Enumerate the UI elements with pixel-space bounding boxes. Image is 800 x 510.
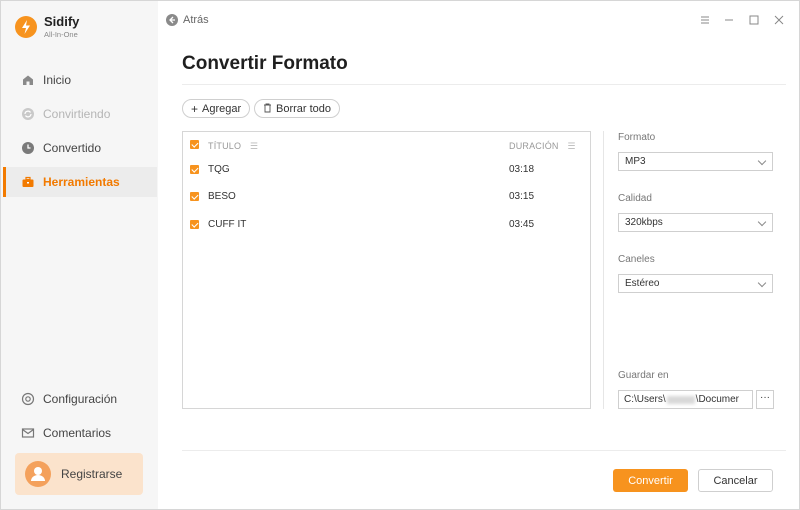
arrow-left-icon: [166, 14, 178, 26]
channels-label: Caneles: [618, 254, 655, 265]
track-duration: 03:18: [509, 164, 535, 175]
app-name: Sidify: [44, 14, 80, 29]
quality-select[interactable]: 320kbps: [618, 213, 773, 232]
format-value: MP3: [625, 156, 646, 167]
track-title: BESO: [208, 191, 236, 202]
sidebar-item-label: Configuración: [43, 392, 118, 406]
browse-button[interactable]: ···: [756, 390, 774, 409]
format-label: Formato: [618, 132, 656, 143]
column-title-label: TÍTULO: [208, 141, 242, 151]
chevron-down-icon: [757, 278, 767, 288]
sidebar-item-label: Convirtiendo: [43, 107, 111, 121]
output-path-suffix: \Documer: [695, 394, 740, 405]
quality-value: 320kbps: [625, 217, 663, 228]
column-header-duration[interactable]: DURACIÓN ☰: [509, 141, 576, 152]
sidebar-item-label: Inicio: [43, 73, 72, 87]
sidebar-item-convirtiendo[interactable]: Convirtiendo: [3, 99, 157, 129]
sidebar-item-inicio[interactable]: Inicio: [3, 65, 157, 95]
sidebar-item-comentarios[interactable]: Comentarios: [3, 418, 157, 448]
sidebar-item-convertido[interactable]: Convertido: [3, 133, 157, 163]
maximize-icon[interactable]: [747, 13, 761, 27]
back-label: Atrás: [183, 14, 209, 26]
back-button[interactable]: Atrás: [166, 14, 209, 26]
gear-icon: [21, 392, 35, 406]
sidebar: Sidify All-In-One Inicio Convirtiendo Co…: [1, 1, 158, 509]
clear-all-button[interactable]: Borrar todo: [254, 99, 341, 118]
sort-icon[interactable]: ☰: [567, 141, 575, 152]
close-icon[interactable]: [772, 13, 786, 27]
cancel-button[interactable]: Cancelar: [698, 469, 773, 492]
channels-select[interactable]: Estéreo: [618, 274, 773, 293]
output-label: Guardar en: [618, 370, 669, 381]
output-path-prefix: C:\Users\: [624, 394, 666, 405]
add-button[interactable]: + Agregar: [182, 99, 251, 118]
redacted-username: [666, 395, 695, 404]
toolbox-icon: [21, 175, 35, 189]
mail-icon: [21, 426, 35, 440]
plus-icon: +: [191, 101, 199, 116]
sidebar-item-label: Convertido: [43, 141, 102, 155]
format-select[interactable]: MP3: [618, 152, 773, 171]
track-title: TQG: [208, 164, 230, 175]
divider: [182, 450, 786, 451]
brand: Sidify All-In-One: [15, 15, 79, 39]
register-label: Registrarse: [61, 467, 123, 481]
column-duration-label: DURACIÓN: [509, 141, 559, 151]
output-path-field[interactable]: C:\Users\ \Documer: [618, 390, 753, 409]
clear-all-label: Borrar todo: [276, 102, 332, 115]
app-window: Sidify All-In-One Inicio Convirtiendo Co…: [0, 0, 800, 510]
chevron-down-icon: [757, 217, 767, 227]
track-title: CUFF IT: [208, 219, 247, 230]
track-duration: 03:15: [509, 191, 535, 202]
channels-value: Estéreo: [625, 278, 660, 289]
minimize-icon[interactable]: [722, 13, 736, 27]
row-checkbox[interactable]: [190, 165, 199, 174]
menu-icon[interactable]: [698, 13, 712, 27]
sync-icon: [21, 107, 35, 121]
app-subtitle: All-In-One: [44, 30, 78, 39]
trash-icon: [263, 103, 272, 115]
home-icon: [21, 73, 35, 87]
sidebar-item-herramientas[interactable]: Herramientas: [3, 167, 157, 197]
sidebar-item-configuracion[interactable]: Configuración: [3, 384, 157, 414]
select-all-checkbox[interactable]: [190, 140, 199, 149]
page-title: Convertir Formato: [182, 53, 348, 74]
chevron-down-icon: [757, 156, 767, 166]
convert-button[interactable]: Convertir: [613, 469, 688, 492]
register-button[interactable]: Registrarse: [15, 453, 143, 495]
sidify-logo-icon: [15, 15, 37, 38]
sidebar-item-label: Herramientas: [43, 175, 120, 189]
sidebar-item-label: Comentarios: [43, 426, 112, 440]
track-duration: 03:45: [509, 219, 535, 230]
quality-label: Calidad: [618, 193, 652, 204]
divider: [182, 84, 786, 85]
track-list: TÍTULO ☰ DURACIÓN ☰ TQG 03:18 BESO 03:15…: [182, 131, 591, 409]
row-checkbox[interactable]: [190, 192, 199, 201]
divider: [603, 131, 604, 409]
row-checkbox[interactable]: [190, 220, 199, 229]
clock-icon: [21, 141, 35, 155]
sort-icon[interactable]: ☰: [250, 141, 258, 152]
add-label: Agregar: [202, 102, 242, 115]
column-header-title[interactable]: TÍTULO ☰: [208, 141, 258, 152]
avatar: [25, 461, 51, 487]
